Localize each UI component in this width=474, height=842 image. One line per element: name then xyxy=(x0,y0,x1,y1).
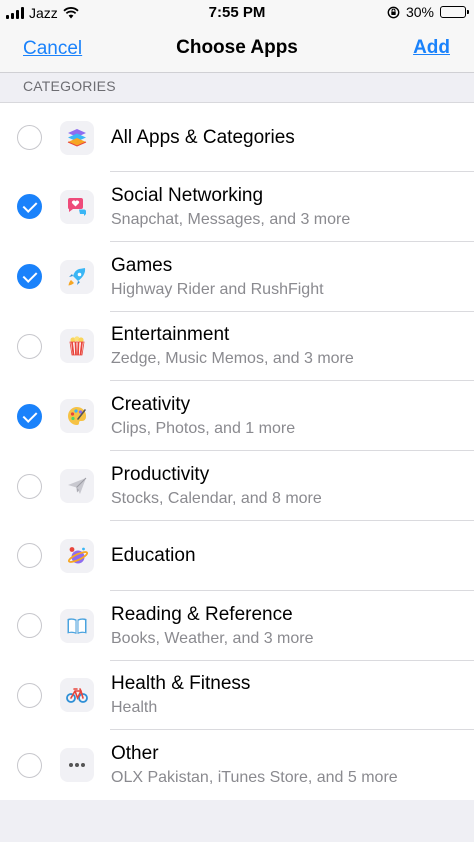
checkbox-unchecked[interactable] xyxy=(17,752,42,778)
book-icon xyxy=(60,608,94,643)
cancel-button[interactable]: Cancel xyxy=(23,38,82,60)
category-label: Health & Fitness xyxy=(111,673,251,695)
category-label: Social Networking xyxy=(111,184,264,206)
category-text: Social Networking Snapchat, Messages, and… xyxy=(111,184,350,230)
section-header: CATEGORIES xyxy=(0,73,474,102)
category-row[interactable]: Education xyxy=(0,521,474,591)
category-subtitle: Clips, Photos, and 1 more xyxy=(111,420,296,438)
status-right: 30% xyxy=(387,4,469,20)
bicycle-icon xyxy=(60,678,94,713)
nav-bar: Cancel Choose Apps Add xyxy=(0,26,474,73)
status-bar: Jazz 7:55 PM 30% xyxy=(0,0,474,26)
category-text: Other OLX Pakistan, iTunes Store, and 5 m… xyxy=(111,742,398,788)
checkbox-unchecked[interactable] xyxy=(17,613,42,639)
category-subtitle: OLX Pakistan, iTunes Store, and 5 more xyxy=(111,769,398,787)
category-text: Creativity Clips, Photos, and 1 more xyxy=(111,393,295,439)
category-row[interactable]: Creativity Clips, Photos, and 1 more xyxy=(0,381,474,451)
category-label: All Apps & Categories xyxy=(111,126,295,148)
category-list: All Apps & Categories Social Networking Sn… xyxy=(0,102,474,802)
category-row[interactable]: Social Networking Snapchat, Messages, and… xyxy=(0,172,474,242)
popcorn-icon xyxy=(60,329,94,364)
footer-background xyxy=(0,800,474,842)
category-label: Games xyxy=(111,254,173,276)
stack-icon xyxy=(60,120,94,155)
battery-percent: 30% xyxy=(405,4,434,20)
add-button[interactable]: Add xyxy=(413,37,450,59)
checkbox-unchecked[interactable] xyxy=(17,333,42,359)
checkbox-checked[interactable] xyxy=(17,194,42,220)
category-row[interactable]: Reading & Reference Books, Weather, and 3… xyxy=(0,591,474,661)
checkbox-unchecked[interactable] xyxy=(17,682,42,708)
chat-heart-icon xyxy=(60,189,94,224)
category-text: Health & Fitness Health xyxy=(111,672,250,718)
category-text: All Apps & Categories xyxy=(111,126,295,150)
category-row[interactable]: Health & Fitness Health xyxy=(0,661,474,731)
checkbox-unchecked[interactable] xyxy=(17,473,42,499)
category-row[interactable]: Productivity Stocks, Calendar, and 8 more xyxy=(0,451,474,521)
category-label: Entertainment xyxy=(111,324,230,346)
category-subtitle: Books, Weather, and 3 more xyxy=(111,629,314,647)
category-row[interactable]: Other OLX Pakistan, iTunes Store, and 5 m… xyxy=(0,730,474,800)
category-text: Productivity Stocks, Calendar, and 8 more xyxy=(111,463,322,509)
checkbox-checked[interactable] xyxy=(17,403,42,429)
category-label: Other xyxy=(111,743,159,765)
category-text: Reading & Reference Books, Weather, and 3… xyxy=(111,603,313,649)
category-subtitle: Health xyxy=(111,699,158,717)
category-text: Education xyxy=(111,544,196,568)
category-text: Entertainment Zedge, Music Memos, and 3 m… xyxy=(111,323,354,369)
battery-icon xyxy=(440,6,469,18)
orientation-lock-icon xyxy=(387,6,400,18)
category-text: Games Highway Rider and RushFight xyxy=(111,254,324,300)
category-row[interactable]: Entertainment Zedge, Music Memos, and 3 m… xyxy=(0,312,474,382)
planet-icon xyxy=(60,538,94,573)
checkbox-unchecked[interactable] xyxy=(17,125,42,150)
category-subtitle: Stocks, Calendar, and 8 more xyxy=(111,490,322,508)
more-dots-icon xyxy=(60,748,94,783)
category-row[interactable]: All Apps & Categories xyxy=(0,103,474,172)
paper-plane-icon xyxy=(60,469,94,504)
category-label: Education xyxy=(111,544,196,566)
category-label: Reading & Reference xyxy=(111,603,293,625)
category-subtitle: Zedge, Music Memos, and 3 more xyxy=(111,350,354,368)
category-label: Productivity xyxy=(111,464,210,486)
category-subtitle: Highway Rider and RushFight xyxy=(111,280,324,298)
checkbox-unchecked[interactable] xyxy=(17,543,42,569)
category-label: Creativity xyxy=(111,394,191,416)
category-row[interactable]: Games Highway Rider and RushFight xyxy=(0,242,474,312)
palette-icon xyxy=(60,399,94,434)
rocket-icon xyxy=(60,259,94,294)
checkbox-checked[interactable] xyxy=(17,264,42,290)
category-subtitle: Snapchat, Messages, and 3 more xyxy=(111,210,351,228)
